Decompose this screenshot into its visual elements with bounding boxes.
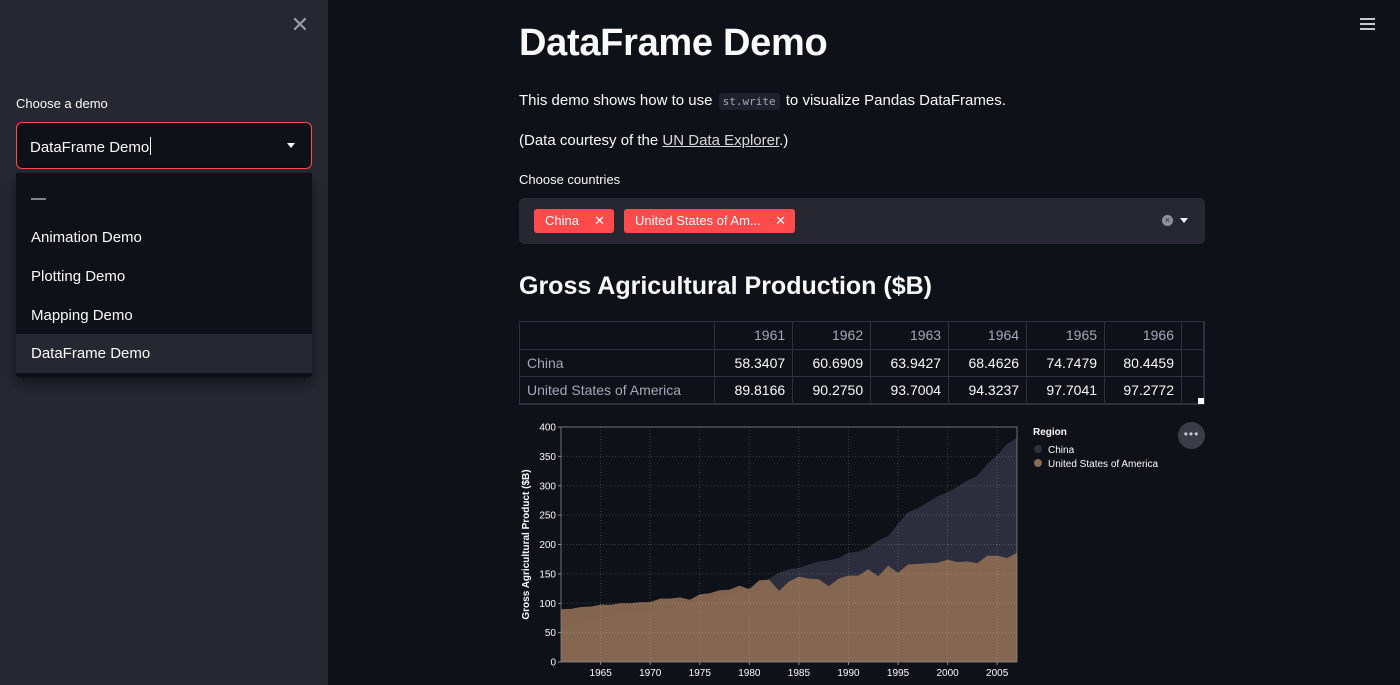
intro-text: This demo shows how to use st.write to v… — [519, 92, 1006, 110]
country-tag-usa[interactable]: United States of Am... ✕ — [624, 209, 795, 233]
row-header[interactable]: United States of America — [520, 376, 716, 404]
x-tick-label: 2005 — [986, 668, 1009, 679]
table-cell[interactable]: 58.3407 — [714, 349, 794, 377]
dropdown-option-animation[interactable]: Animation Demo — [16, 218, 312, 257]
table-row: China 58.3407 60.6909 63.9427 68.4626 74… — [520, 349, 1204, 377]
x-tick-label: 1985 — [788, 668, 811, 679]
chart-actions-icon[interactable]: ••• — [1178, 422, 1205, 449]
demo-dropdown-menu: — Animation Demo Plotting Demo Mapping D… — [16, 173, 312, 378]
column-header[interactable]: 1964 — [948, 322, 1028, 350]
text-cursor — [150, 137, 152, 155]
clear-all-icon[interactable]: × — [1162, 215, 1173, 226]
x-tick-label: 1980 — [738, 668, 761, 679]
dropdown-option-plotting[interactable]: Plotting Demo — [16, 257, 312, 296]
table-cell[interactable]: 93.7004 — [870, 376, 950, 404]
x-tick-label: 1990 — [837, 668, 860, 679]
legend-swatch — [1034, 459, 1042, 467]
y-tick-label: 300 — [539, 481, 556, 492]
x-tick-label: 1970 — [639, 668, 662, 679]
area-chart[interactable]: 0 50 100 150 200 250 300 350 400 1965 1970 1975 1980… — [519, 418, 1209, 685]
demo-select[interactable]: DataFrame Demo — [16, 122, 312, 169]
courtesy-text: (Data courtesy of the UN Data Explorer.) — [519, 132, 789, 149]
x-tick-label: 1975 — [689, 668, 712, 679]
table-row: United States of America 89.8166 90.2750… — [520, 376, 1204, 404]
demo-select-value[interactable]: DataFrame Demo — [30, 137, 152, 156]
sidebar: ✕ Choose a demo DataFrame Demo — Animati… — [0, 0, 328, 685]
scroll-gutter — [1181, 322, 1204, 350]
table-cell[interactable]: 68.4626 — [948, 349, 1028, 377]
table-cell[interactable]: 74.7479 — [1026, 349, 1106, 377]
un-data-explorer-link[interactable]: UN Data Explorer — [662, 132, 779, 149]
y-tick-label: 400 — [539, 423, 556, 434]
y-tick-label: 250 — [539, 511, 556, 522]
countries-multiselect[interactable]: China ✕ United States of Am... ✕ × — [519, 198, 1205, 244]
demo-select-label: Choose a demo — [16, 96, 108, 111]
dropdown-option-none[interactable]: — — [16, 179, 312, 218]
x-tick-label: 1995 — [887, 668, 910, 679]
column-header[interactable]: 1962 — [792, 322, 872, 350]
column-header[interactable]: 1961 — [714, 322, 794, 350]
column-header[interactable]: 1966 — [1104, 322, 1182, 350]
y-tick-label: 150 — [539, 569, 556, 580]
page-title: DataFrame Demo — [519, 22, 828, 64]
y-tick-label: 0 — [550, 658, 556, 669]
table-cell[interactable]: 94.3237 — [948, 376, 1028, 404]
table-header-row: 1961 1962 1963 1964 1965 1966 — [520, 322, 1204, 350]
legend-label: China — [1048, 445, 1075, 456]
table-cell[interactable]: 89.8166 — [714, 376, 794, 404]
dataframe-table[interactable]: 1961 1962 1963 1964 1965 1966 China 58.3… — [519, 321, 1205, 405]
section-title: Gross Agricultural Production ($B) — [519, 272, 933, 300]
dropdown-option-dataframe[interactable]: DataFrame Demo — [16, 334, 312, 373]
y-tick-label: 100 — [539, 599, 556, 610]
chevron-down-icon[interactable] — [287, 143, 295, 148]
countries-label: Choose countries — [519, 172, 621, 187]
table-cell[interactable]: 90.2750 — [792, 376, 872, 404]
legend-label: United States of America — [1048, 459, 1158, 470]
table-cell[interactable]: 97.7041 — [1026, 376, 1106, 404]
y-tick-label: 200 — [539, 540, 556, 551]
remove-tag-icon[interactable]: ✕ — [775, 209, 786, 233]
country-tag-china[interactable]: China ✕ — [534, 209, 614, 233]
table-cell[interactable]: 80.4459 — [1104, 349, 1182, 377]
row-header[interactable]: China — [520, 349, 716, 377]
inline-code: st.write — [718, 93, 780, 110]
table-cell[interactable]: 60.6909 — [792, 349, 872, 377]
table-resize-handle[interactable] — [1198, 398, 1204, 404]
chevron-down-icon[interactable] — [1180, 218, 1188, 223]
x-tick-label: 1965 — [590, 668, 613, 679]
x-tick-label: 2000 — [936, 668, 959, 679]
scroll-gutter — [1181, 349, 1204, 377]
main-menu-icon[interactable] — [1360, 18, 1375, 31]
column-header[interactable]: 1965 — [1026, 322, 1106, 350]
y-tick-label: 50 — [545, 628, 557, 639]
remove-tag-icon[interactable]: ✕ — [594, 209, 605, 233]
close-sidebar-icon[interactable]: ✕ — [289, 14, 311, 36]
column-header[interactable]: 1963 — [870, 322, 950, 350]
legend-title: Region — [1033, 427, 1067, 438]
legend-swatch — [1034, 445, 1042, 453]
y-axis-label: Gross Agricultural Product ($B) — [521, 469, 532, 619]
index-header — [520, 322, 716, 350]
dropdown-option-mapping[interactable]: Mapping Demo — [16, 296, 312, 335]
y-tick-label: 350 — [539, 452, 556, 463]
table-cell[interactable]: 97.2772 — [1104, 376, 1182, 404]
table-cell[interactable]: 63.9427 — [870, 349, 950, 377]
